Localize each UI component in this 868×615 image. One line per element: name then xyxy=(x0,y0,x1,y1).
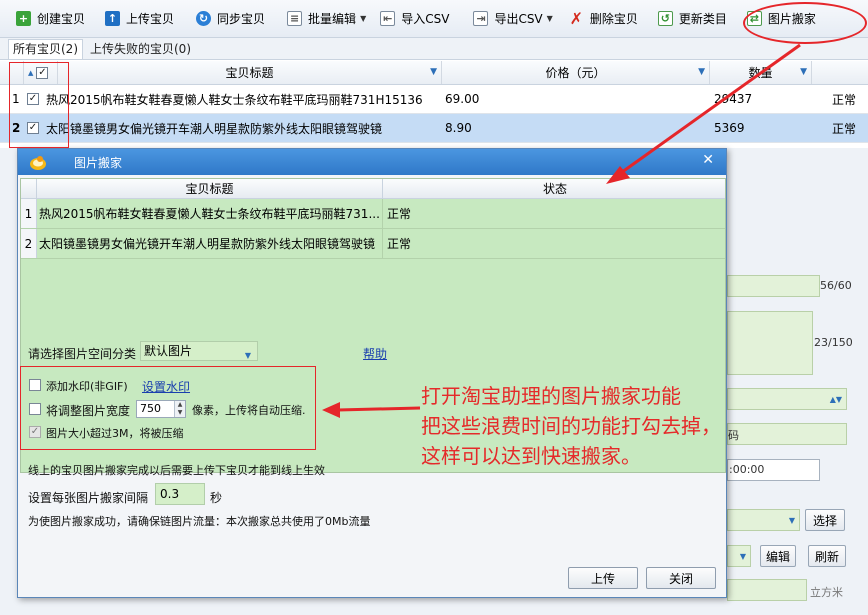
delete-item-label: 删除宝贝 xyxy=(589,12,638,26)
row-number: 1 xyxy=(21,199,37,228)
table-row[interactable]: 2 ✓ 太阳镜墨镜男女偏光镜开车潮人明星款防紫外线太阳眼镜驾驶镜 8.90 53… xyxy=(0,114,868,143)
app-logo-icon xyxy=(30,156,46,170)
chevron-down-icon[interactable]: ▼ xyxy=(547,14,553,23)
item-tabs: 所有宝贝(2) 上传失败的宝贝(0) xyxy=(0,38,868,60)
toolbar: + 创建宝贝 ↑ 上传宝贝 ↻ 同步宝贝 ≡ 批量编辑 ▼ ⇤ 导入CSV ⇥ … xyxy=(0,0,868,38)
close-icon[interactable]: ✕ xyxy=(702,152,714,168)
select-button[interactable]: 选择 xyxy=(805,509,845,531)
import-csv-label: 导入CSV xyxy=(401,12,450,26)
unit-label: 立方米 xyxy=(810,586,843,599)
filter-icon[interactable]: ▼ xyxy=(800,67,807,77)
column-price[interactable]: 价格（元） xyxy=(545,64,605,81)
row-quantity: 29437 xyxy=(714,92,753,106)
create-item-label: 创建宝贝 xyxy=(37,12,86,26)
update-category-icon: ↺ xyxy=(657,11,673,26)
interval-input[interactable]: 0.3 xyxy=(155,483,205,505)
annotation-highlight-checkboxes xyxy=(9,62,69,148)
batch-edit-label: 批量编辑 xyxy=(308,12,357,26)
plus-icon: + xyxy=(16,11,31,26)
upload-button[interactable]: 上传 xyxy=(568,567,638,589)
tab-upload-failed[interactable]: 上传失败的宝贝(0) xyxy=(85,39,196,59)
annotation-highlight-options xyxy=(20,366,316,450)
row-title: 热风2015帆布鞋女鞋春夏懒人鞋女士条纹布鞋平底玛丽鞋731H15136 xyxy=(46,92,423,107)
export-csv-label: 导出CSV xyxy=(494,12,543,26)
row-price: 8.90 xyxy=(445,121,472,135)
import-csv-icon: ⇤ xyxy=(380,11,396,26)
code-partial-label: 码 xyxy=(728,429,739,442)
interval-label: 设置每张图片搬家间隔 xyxy=(28,491,149,505)
column-title[interactable]: 宝贝标题 xyxy=(225,64,273,81)
update-category-label: 更新类目 xyxy=(678,12,727,26)
row-number: 2 xyxy=(21,229,37,258)
interval-value: 0.3 xyxy=(160,487,180,501)
annotation-line-3: 这样可以达到快速搬家。 xyxy=(421,444,641,468)
upload-item-label: 上传宝贝 xyxy=(126,12,175,26)
table-header: ▲ ✓ 宝贝标题 ▼ 价格（元） ▼ 数量 ▼ xyxy=(0,61,868,85)
dialog-title: 图片搬家 xyxy=(74,156,123,170)
category-select-value: 默认图片 xyxy=(144,344,193,358)
sync-item-label: 同步宝贝 xyxy=(217,12,266,26)
tab-all-items[interactable]: 所有宝贝(2) xyxy=(8,39,83,59)
dialog-column-status: 状态 xyxy=(542,182,567,196)
row-title: 太阳镜墨镜男女偏光镜开车潮人明星款防紫外线太阳眼镜驾驶镜 xyxy=(46,121,383,136)
table-row[interactable]: 2 太阳镜墨镜男女偏光镜开车潮人明星款防紫外线太阳眼镜驾驶镜 正常 xyxy=(21,229,725,259)
items-table: ▲ ✓ 宝贝标题 ▼ 价格（元） ▼ 数量 ▼ 1 ✓ 热风2015帆布鞋女鞋春… xyxy=(0,61,868,143)
upload-item-button[interactable]: ↑ 上传宝贝 xyxy=(99,4,180,34)
online-note: 线上的宝贝图片搬家完成以后需要上传下宝贝才能到线上生效 xyxy=(28,464,325,477)
detail-title-field[interactable] xyxy=(727,275,820,297)
help-link[interactable]: 帮助 xyxy=(363,345,387,362)
close-button[interactable]: 关闭 xyxy=(646,567,716,589)
sync-icon: ↻ xyxy=(196,11,212,26)
create-item-button[interactable]: + 创建宝贝 xyxy=(10,4,91,34)
sync-item-button[interactable]: ↻ 同步宝贝 xyxy=(190,4,271,34)
delete-icon: ✗ xyxy=(569,9,584,28)
detail-select-2[interactable]: ▼ xyxy=(727,509,800,531)
category-select[interactable]: 默认图片 ▼ xyxy=(140,341,258,361)
chevron-down-icon: ▼ xyxy=(244,351,251,360)
row-status: 正常 xyxy=(387,207,412,221)
row-status: 正常 xyxy=(387,237,412,251)
edit-button[interactable]: 编辑 xyxy=(760,545,796,567)
row-price: 69.00 xyxy=(445,92,480,106)
traffic-note: 为使图片搬家成功，请确保链图片流量：本次搬家总共使用了0Mb流量 xyxy=(28,515,371,528)
category-label: 请选择图片空间分类 xyxy=(28,347,137,361)
export-csv-button[interactable]: ⇥ 导出CSV ▼ xyxy=(467,4,558,34)
interval-unit: 秒 xyxy=(210,491,223,505)
annotation-line-1: 打开淘宝助理的图片搬家功能 xyxy=(421,384,681,408)
column-quantity[interactable]: 数量 xyxy=(748,64,772,81)
row-title: 太阳镜墨镜男女偏光镜开车潮人明星款防紫外线太阳眼镜驾驶镜 xyxy=(37,229,383,258)
batch-edit-button[interactable]: ≡ 批量编辑 ▼ xyxy=(281,4,372,34)
annotation-line-2: 把这些浪费时间的功能打勾去掉， xyxy=(421,414,721,438)
annotation-note: 打开淘宝助理的图片搬家功能 把这些浪费时间的功能打勾去掉， 这样可以达到快速搬家… xyxy=(421,381,721,471)
chevron-down-icon[interactable]: ▼ xyxy=(360,14,366,23)
dialog-table-header: 宝贝标题 状态 xyxy=(21,179,725,199)
row-status: 正常 xyxy=(832,92,857,107)
detail-select-3[interactable]: ▼ xyxy=(727,545,751,567)
dialog-titlebar[interactable]: 图片搬家 ✕ xyxy=(18,149,726,175)
row-quantity: 5369 xyxy=(714,121,745,135)
delete-item-button[interactable]: ✗ 删除宝贝 xyxy=(563,4,644,34)
filter-icon[interactable]: ▼ xyxy=(430,67,437,77)
refresh-button[interactable]: 刷新 xyxy=(808,545,846,567)
annotation-highlight-image-move xyxy=(743,2,867,44)
dialog-column-title: 宝贝标题 xyxy=(37,179,383,198)
table-row[interactable]: 1 热风2015帆布鞋女鞋春夏懒人鞋女士条纹布鞋平底玛丽鞋731... 正常 xyxy=(21,199,725,229)
batch-edit-icon: ≡ xyxy=(287,11,303,26)
update-category-button[interactable]: ↺ 更新类目 xyxy=(652,4,733,34)
detail-subtitle-field[interactable] xyxy=(727,311,813,375)
row-status: 正常 xyxy=(832,121,857,136)
detail-code-field[interactable] xyxy=(727,423,847,445)
subtitle-char-counter: 23/150 xyxy=(814,336,853,349)
detail-select-1[interactable]: ▲▼ xyxy=(727,388,847,410)
detail-volume-field[interactable] xyxy=(727,579,807,601)
row-title: 热风2015帆布鞋女鞋春夏懒人鞋女士条纹布鞋平底玛丽鞋731... xyxy=(37,199,383,228)
export-csv-icon: ⇥ xyxy=(473,11,489,26)
time-value: :00:00 xyxy=(729,463,765,476)
import-csv-button[interactable]: ⇤ 导入CSV xyxy=(374,4,455,34)
filter-icon[interactable]: ▼ xyxy=(698,67,705,77)
table-row[interactable]: 1 ✓ 热风2015帆布鞋女鞋春夏懒人鞋女士条纹布鞋平底玛丽鞋731H15136… xyxy=(0,85,868,114)
upload-icon: ↑ xyxy=(105,11,121,26)
title-char-counter: 56/60 xyxy=(820,279,852,292)
